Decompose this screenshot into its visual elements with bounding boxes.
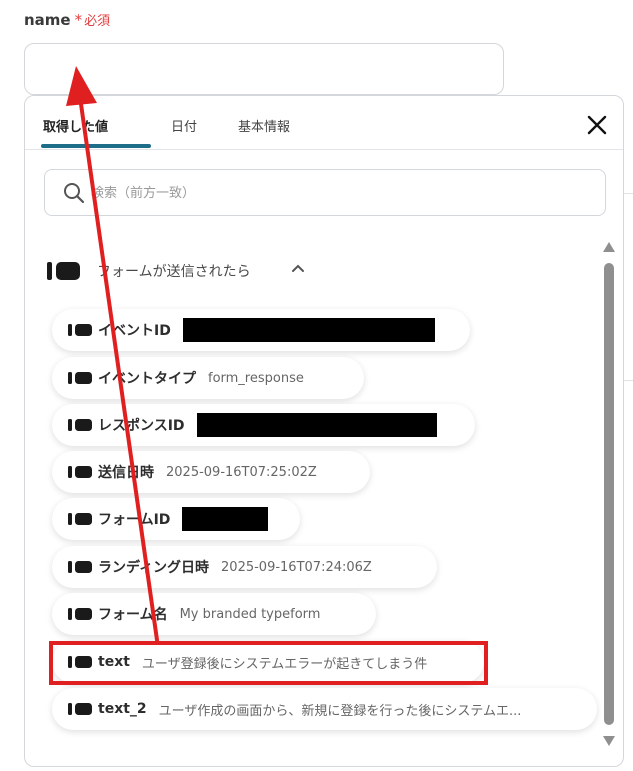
redacted-value	[196, 413, 437, 437]
chevron-up-icon[interactable]	[291, 263, 305, 273]
chip-icon	[68, 324, 92, 336]
scroll-up-arrow-icon[interactable]	[602, 241, 616, 253]
item-label: フォーム名	[98, 607, 168, 623]
item-value: 2025-09-16T07:24:06Z	[221, 559, 372, 575]
tab-bar: 取得した値 日付 基本情報	[25, 96, 623, 150]
list-item-text-2[interactable]: text_2 ユーザ作成の画面から、新規に登録を行った後にシステムエ...	[52, 688, 597, 730]
field-label-text: name	[24, 11, 71, 29]
tab-retrieved-values[interactable]: 取得した値	[43, 116, 108, 135]
background-divider	[623, 380, 633, 381]
item-value: ユーザ作成の画面から、新規に登録を行った後にシステムエ...	[158, 703, 522, 719]
list-item-form-name[interactable]: フォーム名 My branded typeform	[52, 593, 376, 635]
item-label: イベントタイプ	[98, 371, 196, 387]
scrollbar-thumb[interactable]	[604, 263, 614, 725]
item-label: text_2	[98, 701, 147, 717]
group-title: フォームが送信されたら	[97, 264, 251, 280]
item-label: 送信日時	[98, 465, 154, 481]
item-label: イベントID	[98, 323, 171, 339]
list-item-response-id[interactable]: レスポンスID	[52, 404, 475, 446]
list-item-submitted-at[interactable]: 送信日時 2025-09-16T07:25:02Z	[52, 451, 370, 493]
chip-icon	[47, 262, 80, 280]
item-value: My branded typeform	[179, 606, 321, 622]
item-label: ランディング日時	[98, 560, 210, 576]
item-label: レスポンスID	[98, 418, 185, 434]
list-item-landing-at[interactable]: ランディング日時 2025-09-16T07:24:06Z	[52, 546, 437, 588]
search-input[interactable]	[89, 178, 589, 208]
chip-icon	[68, 561, 92, 573]
chip-icon	[68, 703, 92, 715]
scroll-down-arrow-icon[interactable]	[602, 735, 616, 747]
search-box	[44, 169, 606, 216]
search-icon	[64, 183, 85, 204]
required-mark: *	[74, 11, 83, 29]
annotation-highlight-box	[49, 641, 488, 685]
scrollbar[interactable]	[602, 241, 616, 751]
chip-icon	[68, 513, 92, 525]
list-item-event-id[interactable]: イベントID	[52, 309, 470, 351]
chip-icon	[68, 608, 92, 620]
active-tab-indicator	[41, 144, 151, 148]
tab-basic-info[interactable]: 基本情報	[238, 116, 290, 135]
list-item-form-id[interactable]: フォームID	[52, 498, 300, 540]
item-value: 2025-09-16T07:25:02Z	[166, 464, 317, 480]
redacted-value	[182, 318, 435, 342]
list-item-event-type[interactable]: イベントタイプ form_response	[52, 357, 364, 399]
tab-date[interactable]: 日付	[171, 116, 197, 135]
chip-icon	[68, 372, 92, 384]
close-icon[interactable]	[585, 113, 609, 137]
name-input[interactable]	[24, 43, 504, 95]
chip-icon	[68, 466, 92, 478]
item-value: form_response	[208, 370, 304, 386]
background-divider	[623, 193, 633, 194]
required-text: 必須	[84, 14, 111, 29]
redacted-value	[182, 507, 269, 531]
chip-icon	[68, 419, 92, 431]
item-label: フォームID	[98, 512, 171, 528]
field-label: name * 必須	[24, 10, 110, 29]
